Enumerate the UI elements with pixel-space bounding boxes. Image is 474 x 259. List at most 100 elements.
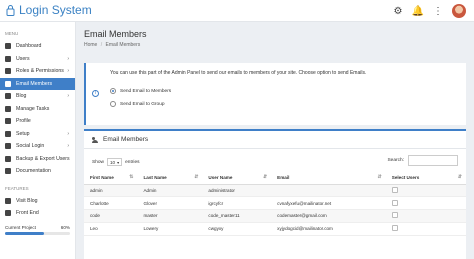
members-card: Email Members Show 10 ▾ entries Search: … [84,129,466,259]
select-user-checkbox[interactable] [391,225,398,232]
show-label: Show [92,159,104,165]
menu-heading: MENU [5,31,19,36]
lock-icon [6,5,15,16]
sidebar-item-roles-permissions[interactable]: Roles & Permissions › [0,65,75,78]
sidebar: MENU Dashboard Users › Roles & Permissions ›… [0,22,76,259]
column-header[interactable]: User Name ⇵ [202,171,272,185]
avatar[interactable] [452,4,466,18]
table-cell: cwgyxy [202,222,272,236]
table-cell: codemaster@gmail.com [271,209,386,223]
sidebar-item-visit-blog[interactable]: Visit Blog [0,195,75,208]
sidebar-item-dashboard[interactable]: Dashboard [0,40,75,53]
sidebar-item-label: Profile [16,118,31,125]
sidebar-item-label: Email Members [16,80,53,87]
home-icon [5,43,11,50]
gear-icon [5,130,11,137]
column-header-label: First Name [90,174,114,180]
option-members[interactable]: Send Email to Members [110,88,171,94]
sidebar-item-label: Setup [16,130,30,137]
entries-label: entries [125,159,140,165]
select-user-checkbox[interactable] [391,199,398,206]
send-options-card: i You can use this part of the Admin Pan… [84,63,466,125]
radio-group[interactable] [110,101,116,107]
more-vertical-icon[interactable]: ⋮ [432,5,444,17]
sort-icon[interactable]: ⇵ [194,174,198,180]
breadcrumb-home[interactable]: Home [84,42,97,48]
table-cell: administrator [202,184,272,198]
table-cell: xyjydogcid@mailinator.com [271,222,386,236]
users-icon [92,136,100,143]
tasks-icon [5,105,11,112]
sort-icon[interactable]: ⇵ [458,174,462,180]
members-table: First Name ⇅ Last Name ⇵ User Name ⇵ Email ⇵ Sel… [84,171,466,236]
table-cell: Leo [84,222,138,236]
app-title: Login System [19,3,92,17]
mail-icon [5,80,11,87]
table-cell: admin [84,184,138,198]
breadcrumb-current: Email Members [105,42,141,48]
table-cell: Lowery [137,222,203,236]
radio-members[interactable] [110,88,116,94]
sidebar-item-label: Front End [16,210,39,217]
search-input[interactable] [408,155,458,166]
chevron-right-icon: › [67,55,69,62]
features-heading: FEATURES [5,185,29,191]
column-header[interactable]: Last Name ⇵ [137,171,203,185]
table-row: Charlotte Glover igrcyfcr cvnafyxefu@mailin… [84,196,466,211]
chevron-right-icon: › [67,68,69,74]
breadcrumb-separator: / [100,42,103,48]
search-label: Search: [387,158,404,163]
gear-icon[interactable]: ⚙ [392,5,404,17]
sidebar-item-blog[interactable]: Blog › [0,90,75,103]
table-cell [271,184,386,198]
progress-value: 60% [60,224,70,230]
sidebar-item-setup[interactable]: Setup › [0,128,75,141]
column-header-label: Email [277,174,290,180]
column-header[interactable]: First Name ⇅ [84,171,138,185]
select-user-checkbox[interactable] [391,186,398,193]
sort-icon[interactable]: ⇵ [378,174,382,180]
sidebar-item-label: Documentation [16,168,51,175]
chevron-right-icon: › [67,130,69,137]
table-cell: Charlotte [84,196,138,211]
sidebar-item-social-login[interactable]: Social Login › [0,140,75,153]
entries-select[interactable]: 10 ▾ [107,158,123,166]
sidebar-item-profile[interactable]: Profile [0,115,75,128]
sidebar-item-label: Visit Blog [16,197,38,204]
sidebar-item-front-end[interactable]: Front End [0,207,75,220]
select-user-checkbox[interactable] [391,212,398,219]
members-title: Email Members [103,136,149,143]
sidebar-item-documentation[interactable]: Documentation [0,165,75,178]
bell-icon[interactable]: 🔔 [412,5,424,17]
table-row: admin Admin administrator [84,184,466,198]
sidebar-item-label: Dashboard [16,43,42,50]
sidebar-item-label: Backup & Export Users [16,155,70,162]
brand[interactable]: Login System [6,3,92,17]
table-cell: code [84,209,138,223]
sidebar-item-backup-export-users[interactable]: Backup & Export Users [0,153,75,166]
sidebar-item-users[interactable]: Users › [0,53,75,66]
column-header[interactable]: Select Users ⇵ [385,171,466,185]
download-icon [5,155,11,162]
notice-text: You can use this part of the Admin Panel… [110,70,367,76]
chevron-right-icon: › [67,93,69,99]
sidebar-item-manage-tasks[interactable]: Manage Tasks [0,103,75,116]
option-group[interactable]: Send Email to Group [110,101,165,107]
sort-icon[interactable]: ⇅ [129,174,133,180]
key-icon [5,68,11,75]
option-members-label: Send Email to Members [120,88,172,94]
progress-label: Current Project [5,224,36,230]
table-cell [385,196,466,211]
info-icon: i [92,90,99,97]
blog-icon [5,197,11,204]
column-header[interactable]: Email ⇵ [271,171,386,185]
option-group-label: Send Email to Group [120,101,165,107]
pen-icon [5,93,11,100]
sidebar-item-email-members[interactable]: Email Members [0,77,75,90]
sort-icon[interactable]: ⇵ [263,174,267,180]
chevron-down-icon: ▾ [117,159,120,165]
entries-value: 10 [110,159,116,165]
members-card-title: Email Members [92,136,148,143]
table-row: code master code_master11 codemaster@gmail.… [84,209,466,223]
table-cell: master [137,209,203,223]
